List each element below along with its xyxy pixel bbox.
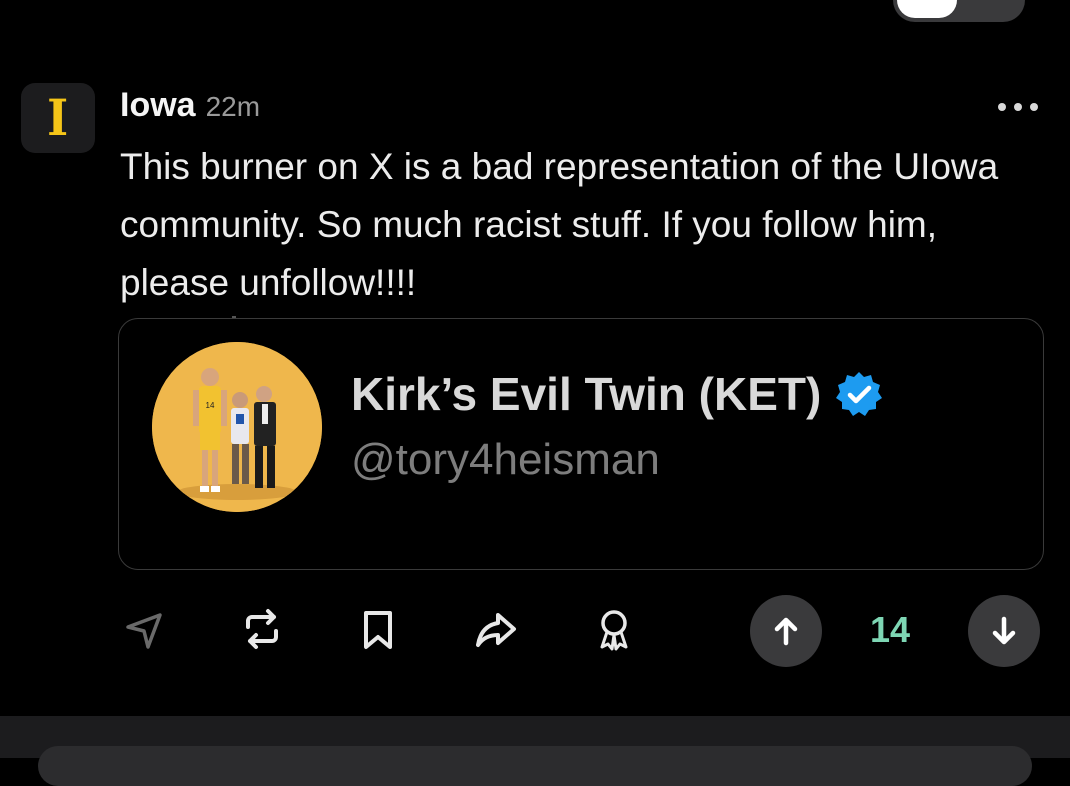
toggle-switch[interactable] xyxy=(893,0,1025,22)
vote-score: 14 xyxy=(870,609,911,650)
toggle-knob xyxy=(897,0,957,18)
bookmark-icon[interactable] xyxy=(354,605,402,653)
embed-handle: @tory4heisman xyxy=(351,435,660,484)
community-avatar[interactable]: I xyxy=(21,83,95,153)
embed-name-text: Kirk’s Evil Twin (KET) xyxy=(351,368,822,420)
upvote-button[interactable] xyxy=(750,595,822,667)
author-name[interactable]: Iowa xyxy=(120,86,196,125)
arrow-down-icon xyxy=(992,616,1016,645)
verified-badge-icon xyxy=(836,372,883,416)
post-body: This burner on X is a bad representation… xyxy=(120,146,999,303)
repost-icon[interactable] xyxy=(238,605,286,653)
profile-photo: 14 xyxy=(152,342,322,512)
post-action-bar: 14 xyxy=(0,595,1070,667)
share-icon[interactable] xyxy=(472,605,520,653)
post-header: Iowa 22m xyxy=(120,86,260,125)
downvote-button[interactable] xyxy=(968,595,1040,667)
post-time: 22m xyxy=(205,91,261,122)
embedded-profile-card[interactable]: 14 Kirk’s Evil Twin (KET) @tory4heisman xyxy=(118,318,1044,570)
arrow-up-icon xyxy=(774,617,798,646)
svg-text:14: 14 xyxy=(206,401,215,410)
send-icon[interactable] xyxy=(120,605,168,653)
embed-display-name: Kirk’s Evil Twin (KET) xyxy=(351,367,883,421)
award-icon[interactable] xyxy=(590,605,638,653)
next-post-preview[interactable] xyxy=(38,746,1032,786)
avatar-letter: I xyxy=(47,88,69,147)
next-post-divider xyxy=(0,716,1070,786)
ellipsis-icon[interactable] xyxy=(998,92,1038,122)
